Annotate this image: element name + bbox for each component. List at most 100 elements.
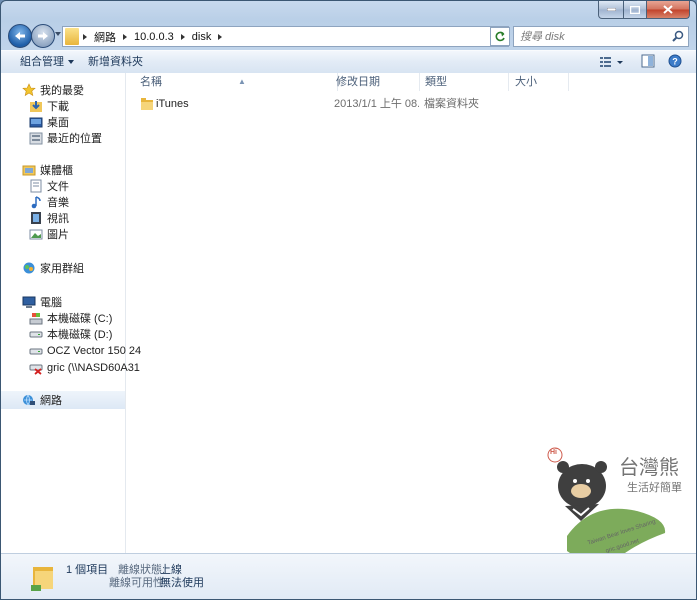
system-drive-icon bbox=[29, 313, 43, 325]
help-button[interactable]: ? bbox=[668, 54, 684, 70]
documents-icon bbox=[30, 179, 42, 193]
breadcrumb-host[interactable]: 10.0.0.3 bbox=[131, 27, 177, 46]
breadcrumb-disk[interactable]: disk bbox=[189, 27, 215, 46]
watermark-title: 台灣熊 bbox=[619, 455, 679, 479]
folder-icon bbox=[141, 98, 153, 110]
network-folder-icon bbox=[65, 28, 79, 45]
nav-item-label: 視訊 bbox=[47, 213, 69, 225]
column-header-name[interactable]: 名稱 ▲ bbox=[134, 73, 338, 91]
desktop-icon bbox=[29, 117, 43, 128]
file-row[interactable]: iTunes 2013/1/1 上午 08... 檔案資料夾 bbox=[126, 95, 696, 113]
recent-pages-dropdown[interactable] bbox=[55, 32, 61, 36]
search-box[interactable] bbox=[513, 26, 689, 47]
video-film-icon bbox=[31, 212, 41, 224]
refresh-button[interactable] bbox=[490, 27, 510, 46]
nav-computer-label: 電腦 bbox=[40, 297, 62, 309]
disconnected-network-drive-icon bbox=[29, 364, 43, 375]
chevron-down-icon bbox=[68, 60, 74, 65]
close-icon bbox=[663, 5, 673, 14]
preview-pane-icon bbox=[641, 54, 655, 68]
file-list: 名稱 ▲ 修改日期 類型 大小 iTunes 2013/1/1 上午 08...… bbox=[126, 73, 696, 562]
nav-item-label: 本機磁碟 (C:) bbox=[47, 313, 113, 325]
column-header-modified[interactable]: 修改日期 bbox=[330, 73, 420, 91]
nav-item-label: 文件 bbox=[47, 181, 69, 193]
main-area: 我的最愛 下載 桌面 最近的位置 媒體櫃 文件 音樂 視訊 圖片 家用群組 電腦… bbox=[1, 73, 696, 562]
back-button[interactable] bbox=[8, 24, 32, 48]
breadcrumb-separator-icon[interactable] bbox=[180, 33, 185, 40]
network-icon bbox=[23, 394, 35, 406]
column-type-label: 類型 bbox=[425, 76, 447, 88]
watermark-logo: Hi 台灣熊 生活好簡單 Taiwan Bear loves Sharing g… bbox=[547, 441, 687, 571]
navigation-row: 網路 10.0.0.3 disk bbox=[1, 23, 696, 49]
navigation-pane: 我的最愛 下載 桌面 最近的位置 媒體櫃 文件 音樂 視訊 圖片 家用群組 電腦… bbox=[1, 73, 141, 553]
column-size-label: 大小 bbox=[515, 76, 537, 88]
close-button[interactable] bbox=[647, 1, 690, 19]
hard-drive-icon bbox=[29, 331, 43, 338]
nav-homegroup-label: 家用群組 bbox=[40, 263, 84, 275]
back-arrow-icon bbox=[15, 32, 25, 40]
library-icon bbox=[22, 165, 36, 176]
refresh-icon bbox=[495, 31, 505, 41]
forward-arrow-icon bbox=[38, 32, 48, 40]
minimize-button[interactable] bbox=[598, 1, 624, 19]
item-count: 1 個項目 bbox=[66, 564, 109, 576]
file-name: iTunes bbox=[156, 98, 189, 110]
view-list-icon bbox=[600, 57, 623, 67]
maximize-icon bbox=[630, 5, 640, 14]
star-icon bbox=[22, 83, 36, 97]
downloads-folder-icon bbox=[30, 101, 42, 112]
maximize-button[interactable] bbox=[624, 1, 647, 19]
folder-icon bbox=[31, 567, 53, 591]
help-icon: ? bbox=[668, 54, 682, 68]
explorer-window: 網路 10.0.0.3 disk 組合管理 新增資料夾 bbox=[0, 0, 697, 600]
file-folder-icon-cell bbox=[141, 95, 153, 113]
breadcrumb-network[interactable]: 網路 bbox=[91, 27, 119, 46]
breadcrumb-separator-icon[interactable] bbox=[123, 33, 127, 40]
organize-button[interactable]: 組合管理 bbox=[17, 54, 77, 70]
organize-label: 組合管理 bbox=[20, 56, 64, 68]
recent-places-icon bbox=[29, 132, 43, 145]
breadcrumb-separator-icon[interactable] bbox=[83, 33, 87, 40]
computer-icon bbox=[22, 296, 36, 308]
music-note-icon bbox=[31, 196, 41, 209]
minimize-icon bbox=[606, 8, 616, 11]
homegroup-icon bbox=[23, 262, 35, 274]
offline-availability-label: 離線可用性: bbox=[109, 577, 168, 589]
watermark-subtitle: 生活好簡單 bbox=[627, 482, 682, 494]
offline-availability-value: 無法使用 bbox=[160, 577, 204, 589]
nav-item-label: 最近的位置 bbox=[47, 133, 102, 145]
nav-item-label: 桌面 bbox=[47, 117, 69, 129]
nav-item-label: 音樂 bbox=[47, 197, 69, 209]
caption-buttons bbox=[598, 1, 690, 19]
sort-ascending-icon: ▲ bbox=[238, 77, 246, 86]
nav-item-label: 下載 bbox=[47, 101, 69, 113]
column-name-label: 名稱 bbox=[140, 76, 162, 88]
file-modified: 2013/1/1 上午 08... bbox=[334, 98, 419, 110]
change-view-button[interactable] bbox=[599, 54, 623, 70]
forward-button[interactable] bbox=[31, 24, 55, 48]
search-input[interactable] bbox=[514, 27, 672, 46]
nav-favorites-label: 我的最愛 bbox=[40, 85, 84, 97]
column-modified-label: 修改日期 bbox=[336, 76, 380, 88]
file-type: 檔案資料夾 bbox=[424, 98, 479, 110]
details-pane: 1 個項目 離線狀態: 上線 離線可用性: 無法使用 bbox=[1, 553, 696, 599]
address-bar[interactable]: 網路 10.0.0.3 disk bbox=[62, 26, 509, 47]
pictures-icon bbox=[29, 229, 43, 240]
nav-homegroup[interactable]: 家用群組 bbox=[1, 259, 146, 277]
command-bar: 組合管理 新增資料夾 ? bbox=[1, 50, 696, 74]
nav-network[interactable]: 網路 bbox=[1, 391, 125, 409]
nav-item-label: 圖片 bbox=[47, 229, 69, 241]
nav-item-label: 本機磁碟 (D:) bbox=[47, 329, 113, 341]
new-folder-button[interactable]: 新增資料夾 bbox=[85, 54, 146, 70]
hard-drive-icon bbox=[29, 348, 43, 355]
preview-pane-button[interactable] bbox=[641, 54, 657, 70]
svg-text:?: ? bbox=[672, 57, 678, 67]
column-header-type[interactable]: 類型 bbox=[419, 73, 509, 91]
nav-network-label: 網路 bbox=[40, 395, 62, 407]
new-folder-label: 新增資料夾 bbox=[88, 56, 143, 68]
search-icon[interactable] bbox=[672, 30, 684, 42]
watermark-badge: Hi bbox=[550, 449, 557, 456]
column-header-size[interactable]: 大小 bbox=[509, 73, 569, 91]
breadcrumb-separator-icon[interactable] bbox=[218, 33, 223, 40]
nav-libraries-label: 媒體櫃 bbox=[40, 165, 73, 177]
